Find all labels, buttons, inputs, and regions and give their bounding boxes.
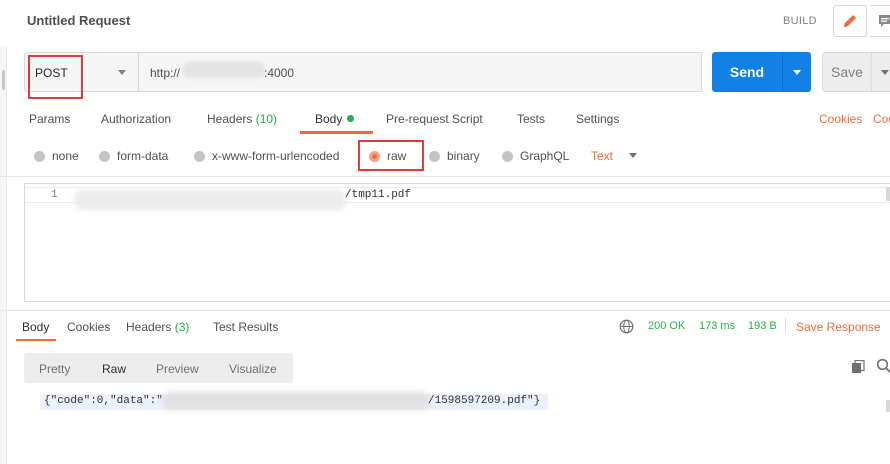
- chevron-down-icon: [629, 153, 637, 158]
- body-type-urlencoded[interactable]: x-www-form-urlencoded: [194, 149, 339, 163]
- chevron-down-icon: [793, 69, 801, 75]
- request-title[interactable]: Untitled Request: [27, 13, 130, 28]
- globe-icon[interactable]: [619, 319, 634, 334]
- active-tab-indicator: [16, 339, 56, 341]
- raw-format-select[interactable]: Text: [591, 149, 613, 163]
- radio-icon: [429, 150, 440, 162]
- response-tab-body[interactable]: Body: [22, 320, 49, 334]
- radio-label: x-www-form-urlencoded: [212, 149, 340, 163]
- left-panel-edge: [0, 46, 7, 464]
- send-button[interactable]: Send: [712, 52, 782, 92]
- comments-button[interactable]: [870, 5, 890, 37]
- response-text-start: {"code":0,"data":": [44, 395, 163, 407]
- body-type-graphql[interactable]: GraphQL: [502, 149, 569, 163]
- radio-label: GraphQL: [520, 149, 570, 163]
- chevron-down-icon: [881, 69, 889, 75]
- code-link[interactable]: Cod: [873, 112, 890, 126]
- body-type-binary[interactable]: binary: [429, 149, 480, 163]
- status-code[interactable]: 200 OK: [648, 320, 685, 332]
- view-raw-button[interactable]: Raw: [102, 362, 126, 376]
- tab-body[interactable]: Body: [315, 112, 355, 126]
- build-mode-label[interactable]: BUILD: [783, 15, 817, 27]
- tab-body-label: Body: [315, 112, 343, 126]
- save-response-button[interactable]: Save Response: [796, 320, 881, 334]
- response-headers-label: Headers: [126, 320, 172, 334]
- tab-headers[interactable]: Headers (10): [207, 112, 277, 126]
- tab-headers-count: (10): [255, 112, 278, 126]
- radio-icon: [34, 150, 45, 162]
- body-type-form-data[interactable]: form-data: [99, 149, 168, 163]
- response-scrollbar[interactable]: [886, 400, 890, 412]
- tab-authorization[interactable]: Authorization: [101, 112, 171, 126]
- response-text-end: /1598597209.pdf"}: [428, 395, 541, 407]
- radio-label: binary: [447, 149, 480, 163]
- response-redacted: [162, 392, 430, 410]
- view-pretty-button[interactable]: Pretty: [39, 362, 70, 376]
- copy-icon[interactable]: [851, 360, 865, 374]
- editor-line-text[interactable]: /tmp11.pdf: [345, 189, 411, 201]
- divider: [0, 176, 890, 177]
- tab-tests[interactable]: Tests: [517, 112, 545, 126]
- radio-icon: [502, 150, 513, 162]
- search-icon[interactable]: [876, 358, 890, 374]
- divider: [0, 310, 890, 311]
- view-preview-button[interactable]: Preview: [156, 362, 199, 376]
- divider: [785, 318, 786, 334]
- view-visualize-button[interactable]: Visualize: [229, 362, 277, 376]
- response-tab-test-results[interactable]: Test Results: [213, 320, 278, 334]
- body-type-none[interactable]: none: [34, 149, 79, 163]
- response-tab-headers[interactable]: Headers (3): [126, 320, 189, 334]
- raw-highlight-box: [358, 140, 424, 171]
- tab-headers-label: Headers: [207, 112, 253, 126]
- response-time[interactable]: 173 ms: [699, 320, 735, 332]
- editor-redacted: [74, 190, 346, 210]
- body-active-dot: [347, 115, 355, 122]
- url-prefix-text: http://: [150, 66, 181, 80]
- pencil-icon: [844, 15, 856, 27]
- response-size[interactable]: 193 B: [748, 320, 777, 332]
- url-suffix-text: :4000: [264, 66, 295, 80]
- tab-pre-request-script[interactable]: Pre-request Script: [386, 112, 483, 126]
- chevron-down-icon: [118, 70, 126, 75]
- response-headers-count: (3): [174, 320, 190, 334]
- comment-icon: [878, 15, 890, 27]
- active-tab-indicator: [300, 131, 373, 134]
- line-number: 1: [51, 189, 58, 201]
- left-scroll-thumb[interactable]: [2, 70, 5, 90]
- radio-icon: [99, 150, 110, 162]
- edit-mode-button[interactable]: [833, 5, 867, 37]
- response-tab-cookies[interactable]: Cookies: [67, 320, 110, 334]
- radio-icon: [194, 150, 205, 162]
- save-button[interactable]: Save: [822, 52, 872, 92]
- editor-scrollbar[interactable]: [886, 187, 890, 201]
- radio-label: form-data: [117, 149, 169, 163]
- radio-label: none: [52, 149, 79, 163]
- url-redacted: [183, 62, 265, 78]
- save-options-button[interactable]: [872, 52, 890, 92]
- send-options-button[interactable]: [782, 52, 811, 92]
- tab-params[interactable]: Params: [29, 112, 70, 126]
- cookies-link[interactable]: Cookies: [819, 112, 862, 126]
- method-highlight-box: [28, 55, 83, 99]
- tab-settings[interactable]: Settings: [576, 112, 619, 126]
